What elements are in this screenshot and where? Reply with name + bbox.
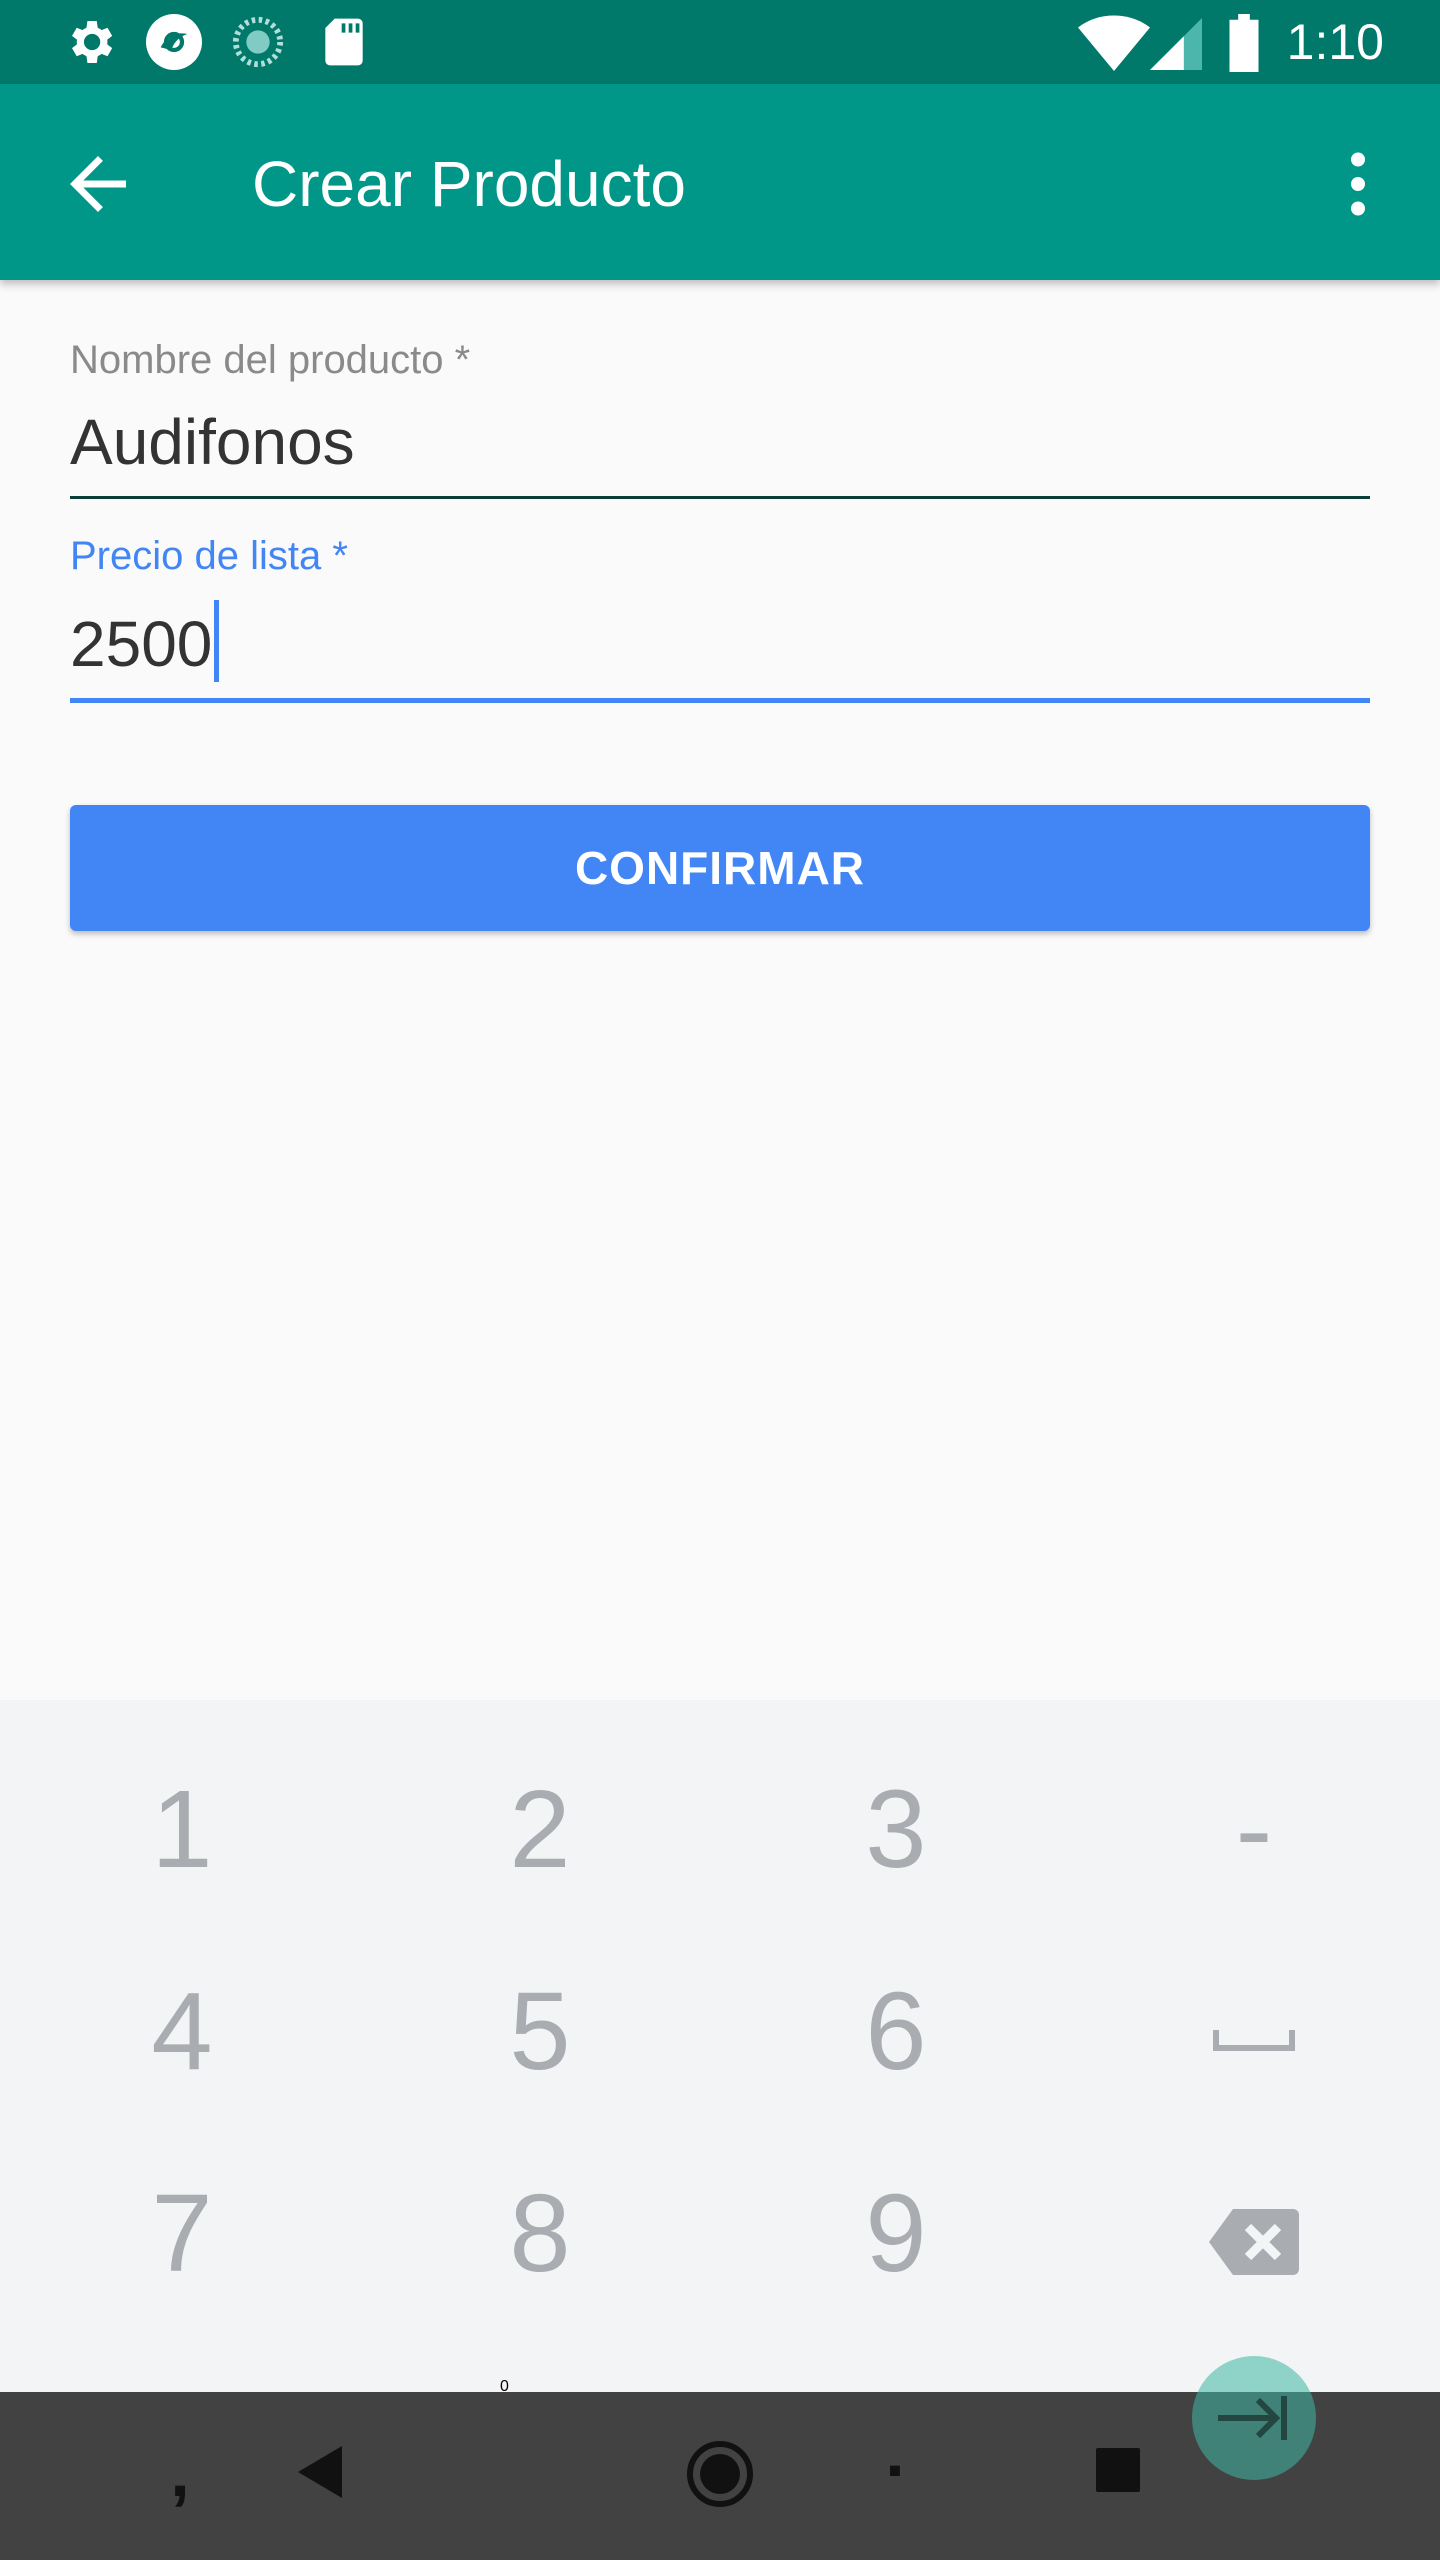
list-price-field[interactable]: Precio de lista * 2500 [70, 532, 1370, 703]
key-8[interactable]: 8 [380, 2134, 700, 2334]
gear-icon [72, 21, 113, 63]
key-6[interactable]: 6 [736, 1932, 1056, 2132]
status-time: 1:10 [1286, 14, 1384, 70]
list-price-value: 2500 [70, 608, 213, 680]
space-icon [1213, 2029, 1295, 2051]
text-cursor [214, 600, 220, 682]
key-comma[interactable]: , [150, 2432, 210, 2512]
product-name-input[interactable]: Audifonos [70, 404, 1370, 480]
product-name-label: Nombre del producto * [70, 338, 471, 382]
confirm-button[interactable]: CONFIRMAR [70, 805, 1370, 931]
list-price-input[interactable]: 2500 [70, 600, 1370, 682]
key-2[interactable]: 2 [380, 1730, 700, 1930]
product-name-underline [70, 496, 1370, 499]
next-field-button[interactable] [1192, 2356, 1316, 2480]
backspace-icon [1209, 2208, 1299, 2275]
list-price-label: Precio de lista * [70, 534, 348, 578]
key-minus[interactable]: - [1094, 1730, 1414, 1930]
sync-icon [232, 16, 284, 68]
nav-back-icon[interactable] [298, 2446, 342, 2498]
key-7[interactable]: 7 [22, 2134, 342, 2334]
key-backspace[interactable] [1094, 2134, 1414, 2334]
key-5[interactable]: 5 [380, 1932, 700, 2132]
key-4[interactable]: 4 [22, 1932, 342, 2132]
back-arrow-icon[interactable] [56, 142, 140, 226]
nav-home-icon[interactable] [686, 2440, 754, 2508]
key-1[interactable]: 1 [22, 1730, 342, 1930]
signal-icon [1150, 18, 1202, 70]
sd-card-icon [325, 18, 363, 66]
app-bar: Crear Producto [0, 84, 1440, 280]
wifi-icon [1078, 15, 1150, 71]
status-bar: 1:10 [0, 0, 1440, 84]
more-options-icon[interactable] [1316, 142, 1400, 226]
key-0[interactable]: 0 [500, 2378, 580, 2498]
battery-icon [1229, 14, 1259, 72]
app-logo-icon [146, 14, 202, 70]
list-price-underline [70, 698, 1370, 703]
key-space[interactable] [1094, 1932, 1414, 2132]
key-9[interactable]: 9 [736, 2134, 1056, 2334]
key-3[interactable]: 3 [736, 1730, 1056, 1930]
nav-recents-icon[interactable] [1096, 2448, 1140, 2492]
next-field-icon [1218, 2396, 1287, 2440]
key-dot[interactable]: . [870, 2412, 920, 2492]
page-title: Crear Producto [252, 148, 686, 220]
product-name-field[interactable]: Nombre del producto * Audifonos [70, 336, 1370, 499]
numeric-keyboard: 1 2 3 - 4 5 6 7 8 9 [0, 1700, 1440, 2392]
